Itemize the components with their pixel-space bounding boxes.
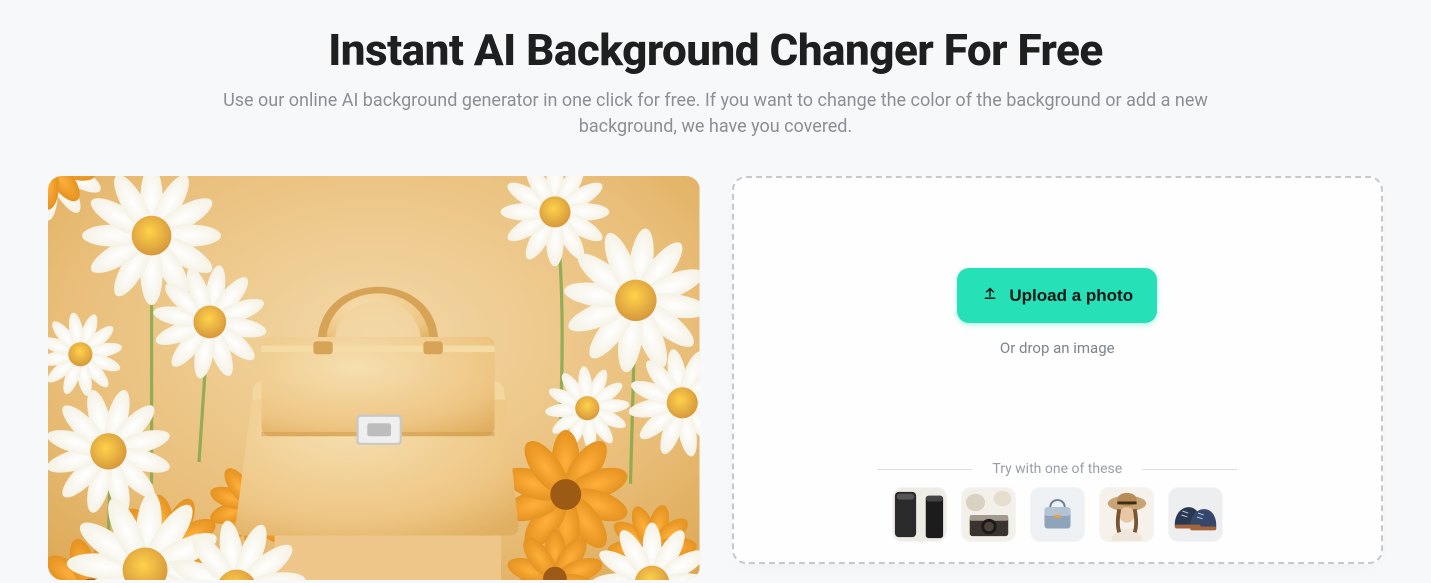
hero-image — [48, 176, 700, 580]
samples-intro: Try with one of these — [992, 461, 1122, 477]
upload-dropzone[interactable]: Upload a photo Or drop an image Try with… — [732, 176, 1384, 564]
sample-thumb-cup[interactable] — [892, 487, 947, 542]
sample-thumb-shoes[interactable] — [1168, 487, 1223, 542]
sample-thumb-bag[interactable] — [1030, 487, 1085, 542]
drop-or-label: Or drop an image — [1000, 339, 1115, 357]
page-title: Instant AI Background Changer For Free — [48, 24, 1383, 76]
divider — [1142, 469, 1237, 470]
divider — [877, 469, 972, 470]
sample-thumb-woman-hat[interactable] — [1099, 487, 1154, 542]
upload-button-label: Upload a photo — [1009, 286, 1133, 306]
sample-thumb-camera[interactable] — [961, 487, 1016, 542]
sample-thumbnails — [892, 487, 1223, 542]
page-subtitle: Use our online AI background generator i… — [216, 88, 1216, 140]
upload-button[interactable]: Upload a photo — [957, 268, 1157, 323]
upload-icon — [981, 284, 999, 307]
